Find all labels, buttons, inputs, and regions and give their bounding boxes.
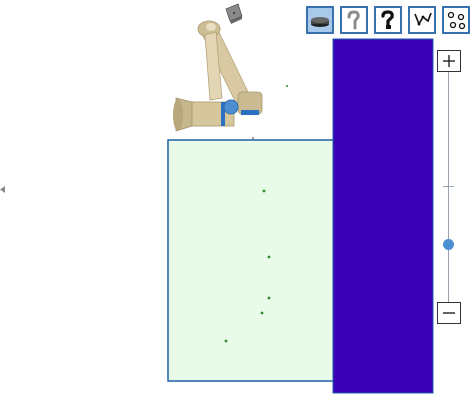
robot-arm[interactable] [173, 20, 263, 132]
points-view-button[interactable] [442, 6, 470, 34]
robot-arm-bold-icon [381, 10, 394, 29]
base-view-button[interactable] [306, 6, 334, 34]
waypoint[interactable] [224, 339, 228, 343]
plus-icon [443, 55, 455, 67]
waypoint[interactable] [286, 85, 288, 87]
shoulder-view-button[interactable] [340, 6, 368, 34]
zoom-slider-midpoint [443, 186, 454, 187]
robot-base-icon [311, 17, 329, 27]
robot-scene[interactable] [0, 0, 474, 408]
arm-view-button[interactable] [374, 6, 402, 34]
zoom-in-button[interactable] [437, 50, 461, 72]
tool-center-point[interactable] [223, 99, 239, 115]
collapse-arrow-icon [0, 186, 5, 193]
joint-view-button[interactable] [408, 6, 436, 34]
workspace-box[interactable] [167, 139, 337, 382]
obstacle-box[interactable] [332, 38, 434, 394]
zoom-slider-thumb[interactable] [443, 239, 454, 250]
target-cube[interactable] [225, 3, 243, 24]
zoom-out-button[interactable] [437, 302, 461, 324]
edge-handle-icon[interactable] [0, 186, 6, 193]
waypoint[interactable] [260, 311, 264, 315]
waypoint[interactable] [262, 189, 266, 193]
waypoint[interactable] [252, 137, 254, 139]
waypoints-icon [447, 11, 466, 30]
robot-arm-light-icon [347, 10, 360, 30]
waypoint[interactable] [267, 296, 271, 300]
waypoint[interactable] [267, 255, 271, 259]
zoom-slider-track[interactable] [448, 72, 449, 302]
joint-path-icon [414, 12, 432, 26]
minus-icon [443, 312, 455, 314]
